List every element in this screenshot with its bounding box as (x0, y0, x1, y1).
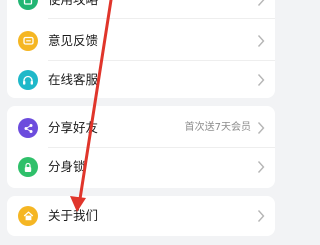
chevron-right-icon (257, 35, 265, 47)
menu-item-label: 使用攻略 (48, 0, 98, 9)
menu-item-label: 分享好友 (48, 120, 99, 135)
home-icon (18, 206, 38, 226)
menu-card-support: 使用攻略 意见反馈 在线客服 (7, 0, 275, 98)
chevron-right-icon (257, 210, 265, 222)
divider (48, 147, 275, 148)
divider (48, 18, 275, 19)
menu-item-online-service[interactable]: 在线客服 (7, 62, 275, 98)
divider (48, 60, 275, 61)
menu-item-label: 意见反馈 (48, 33, 99, 48)
menu-item-guide[interactable]: 使用攻略 (7, 0, 275, 18)
menu-item-label: 分身锁 (48, 159, 86, 174)
menu-card-share: 分享好友 首次送7天会员 分身锁 (7, 106, 275, 188)
guide-icon (18, 0, 38, 10)
menu-item-about-us[interactable]: 关于我们 (7, 198, 275, 234)
menu-item-label: 关于我们 (48, 208, 99, 223)
menu-item-label: 在线客服 (48, 72, 99, 87)
chevron-right-icon (257, 74, 265, 86)
chevron-right-icon (257, 122, 265, 134)
settings-screen: 使用攻略 意见反馈 在线客服 分享好友 首次送7天会员 (0, 0, 282, 245)
feedback-icon (18, 31, 38, 51)
lock-icon (18, 157, 38, 177)
menu-item-clone-lock[interactable]: 分身锁 (7, 149, 275, 185)
chevron-right-icon (257, 0, 265, 6)
headset-icon (18, 70, 38, 90)
share-icon (18, 118, 38, 138)
menu-item-share-friends[interactable]: 分享好友 首次送7天会员 (7, 110, 275, 146)
share-promo-hint: 首次送7天会员 (184, 122, 251, 133)
chevron-right-icon (257, 161, 265, 173)
menu-card-about: 关于我们 (7, 196, 275, 236)
menu-item-feedback[interactable]: 意见反馈 (7, 23, 275, 59)
